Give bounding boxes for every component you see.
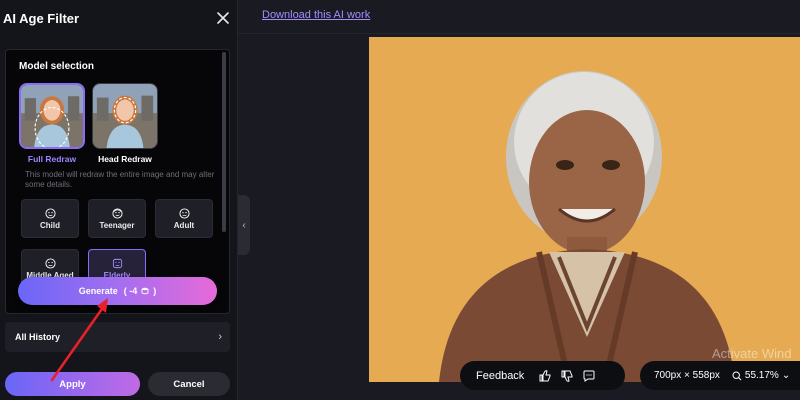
model-selection-card: Model selection Full Redraw Head Redraw … bbox=[5, 49, 230, 314]
full-redraw-label: Full Redraw bbox=[27, 154, 77, 164]
comment-icon[interactable] bbox=[582, 369, 596, 383]
generate-button[interactable]: Generate ( -4 ) bbox=[18, 277, 217, 305]
chevron-right-icon: › bbox=[218, 331, 222, 343]
age-option-child[interactable]: Child bbox=[21, 199, 79, 238]
age-option-adult[interactable]: Adult bbox=[155, 199, 213, 238]
windows-activation-watermark: Activate Wind bbox=[712, 346, 792, 361]
apply-button[interactable]: Apply bbox=[5, 372, 140, 396]
credit-coin-icon bbox=[141, 287, 149, 295]
age-option-label: Adult bbox=[173, 220, 195, 230]
result-image bbox=[369, 37, 800, 382]
zoom-level: 55.17% bbox=[744, 370, 779, 381]
feedback-label: Feedback bbox=[476, 369, 525, 382]
age-option-label: Child bbox=[40, 220, 60, 230]
middle-aged-face-icon bbox=[44, 257, 56, 269]
generate-cost: ( -4 bbox=[123, 286, 138, 296]
elderly-face-icon bbox=[112, 258, 122, 268]
head-redraw-thumbnail[interactable] bbox=[92, 83, 158, 149]
teen-face-icon bbox=[111, 207, 123, 219]
model-selection-title: Model selection bbox=[19, 61, 95, 72]
feedback-bar: Feedback bbox=[460, 361, 625, 390]
close-icon[interactable] bbox=[215, 10, 231, 26]
adult-face-icon bbox=[178, 207, 190, 219]
age-filter-panel: AI Age Filter Model selection Full Redra… bbox=[0, 0, 238, 400]
age-option-teenager[interactable]: Teenager bbox=[88, 199, 146, 238]
full-redraw-thumbnail[interactable] bbox=[19, 83, 85, 149]
generate-label: Generate bbox=[78, 286, 118, 296]
model-description: This model will redraw the entire image … bbox=[25, 170, 215, 189]
thumbs-down-icon[interactable] bbox=[560, 369, 574, 383]
panel-title: AI Age Filter bbox=[3, 11, 80, 26]
all-history-row[interactable]: All History › bbox=[5, 322, 230, 352]
head-redraw-label: Head Redraw bbox=[98, 154, 152, 164]
zoom-control[interactable]: 55.17% ⌄ bbox=[732, 370, 790, 381]
image-info-bar: 700px × 558px 55.17% ⌄ bbox=[640, 361, 800, 390]
download-link[interactable]: Download this AI work bbox=[262, 9, 370, 21]
all-history-label: All History bbox=[15, 332, 61, 342]
image-size: 700px × 558px bbox=[654, 370, 720, 381]
chevron-down-icon: ⌄ bbox=[781, 370, 791, 381]
generate-cost-close: ) bbox=[153, 286, 157, 296]
collapse-panel-handle[interactable]: ‹ bbox=[238, 195, 250, 255]
age-option-label: Teenager bbox=[99, 220, 135, 230]
thumbs-up-icon[interactable] bbox=[538, 369, 552, 383]
cancel-button[interactable]: Cancel bbox=[148, 372, 230, 396]
panel-scrollbar[interactable] bbox=[222, 52, 226, 232]
zoom-icon bbox=[732, 370, 742, 380]
topbar-divider bbox=[238, 33, 800, 34]
child-face-icon bbox=[44, 207, 56, 219]
